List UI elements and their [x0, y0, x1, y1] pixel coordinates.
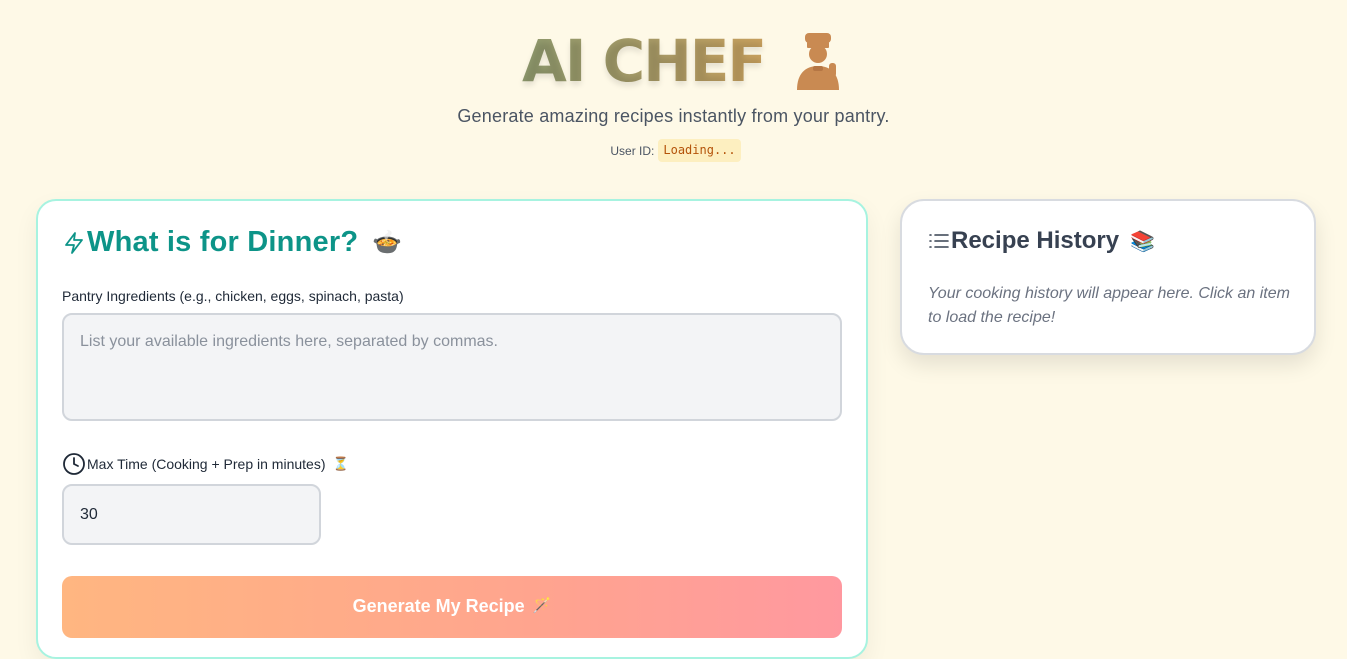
app-title: AI CHEF — [521, 27, 767, 95]
recipe-form-title: What is for Dinner? — [87, 226, 359, 258]
user-id-value: Loading... — [658, 139, 741, 162]
list-icon — [928, 230, 950, 252]
app-subtitle: Generate amazing recipes instantly from … — [457, 106, 890, 126]
max-time-input[interactable] — [62, 484, 321, 545]
pot-emoji-icon: 🍲 — [372, 229, 403, 256]
lightning-icon — [63, 231, 85, 255]
title-row: AI CHEF — [0, 26, 1347, 96]
chef-icon — [791, 30, 847, 92]
user-id-label: User ID: — [610, 143, 655, 158]
books-emoji-icon: 📚 — [1130, 230, 1155, 253]
time-label-row: Max Time (Cooking + Prep in minutes) ⏳ — [62, 452, 349, 476]
recipe-history-title: Recipe History — [951, 227, 1120, 254]
recipe-history-header: Recipe History 📚 — [928, 227, 1155, 255]
generate-recipe-button[interactable]: Generate My Recipe 🪄 — [62, 576, 842, 638]
magic-wand-icon: 🪄 — [532, 597, 552, 614]
user-id-row: User ID: Loading... — [0, 139, 1347, 162]
history-empty-message: Your cooking history will appear here. C… — [928, 285, 1290, 326]
ingredients-input[interactable] — [62, 313, 842, 421]
time-label: Max Time (Cooking + Prep in minutes) — [87, 456, 326, 472]
recipe-form-card: What is for Dinner? 🍲 Pantry Ingredients… — [36, 199, 868, 659]
recipe-form-header: What is for Dinner? 🍲 — [63, 226, 402, 259]
ingredients-label: Pantry Ingredients (e.g., chicken, eggs,… — [62, 288, 404, 304]
clock-icon — [62, 452, 86, 476]
recipe-history-card: Recipe History 📚 Your cooking history wi… — [900, 199, 1316, 355]
generate-button-label: Generate My Recipe — [352, 596, 525, 616]
hourglass-icon: ⏳ — [332, 456, 349, 471]
